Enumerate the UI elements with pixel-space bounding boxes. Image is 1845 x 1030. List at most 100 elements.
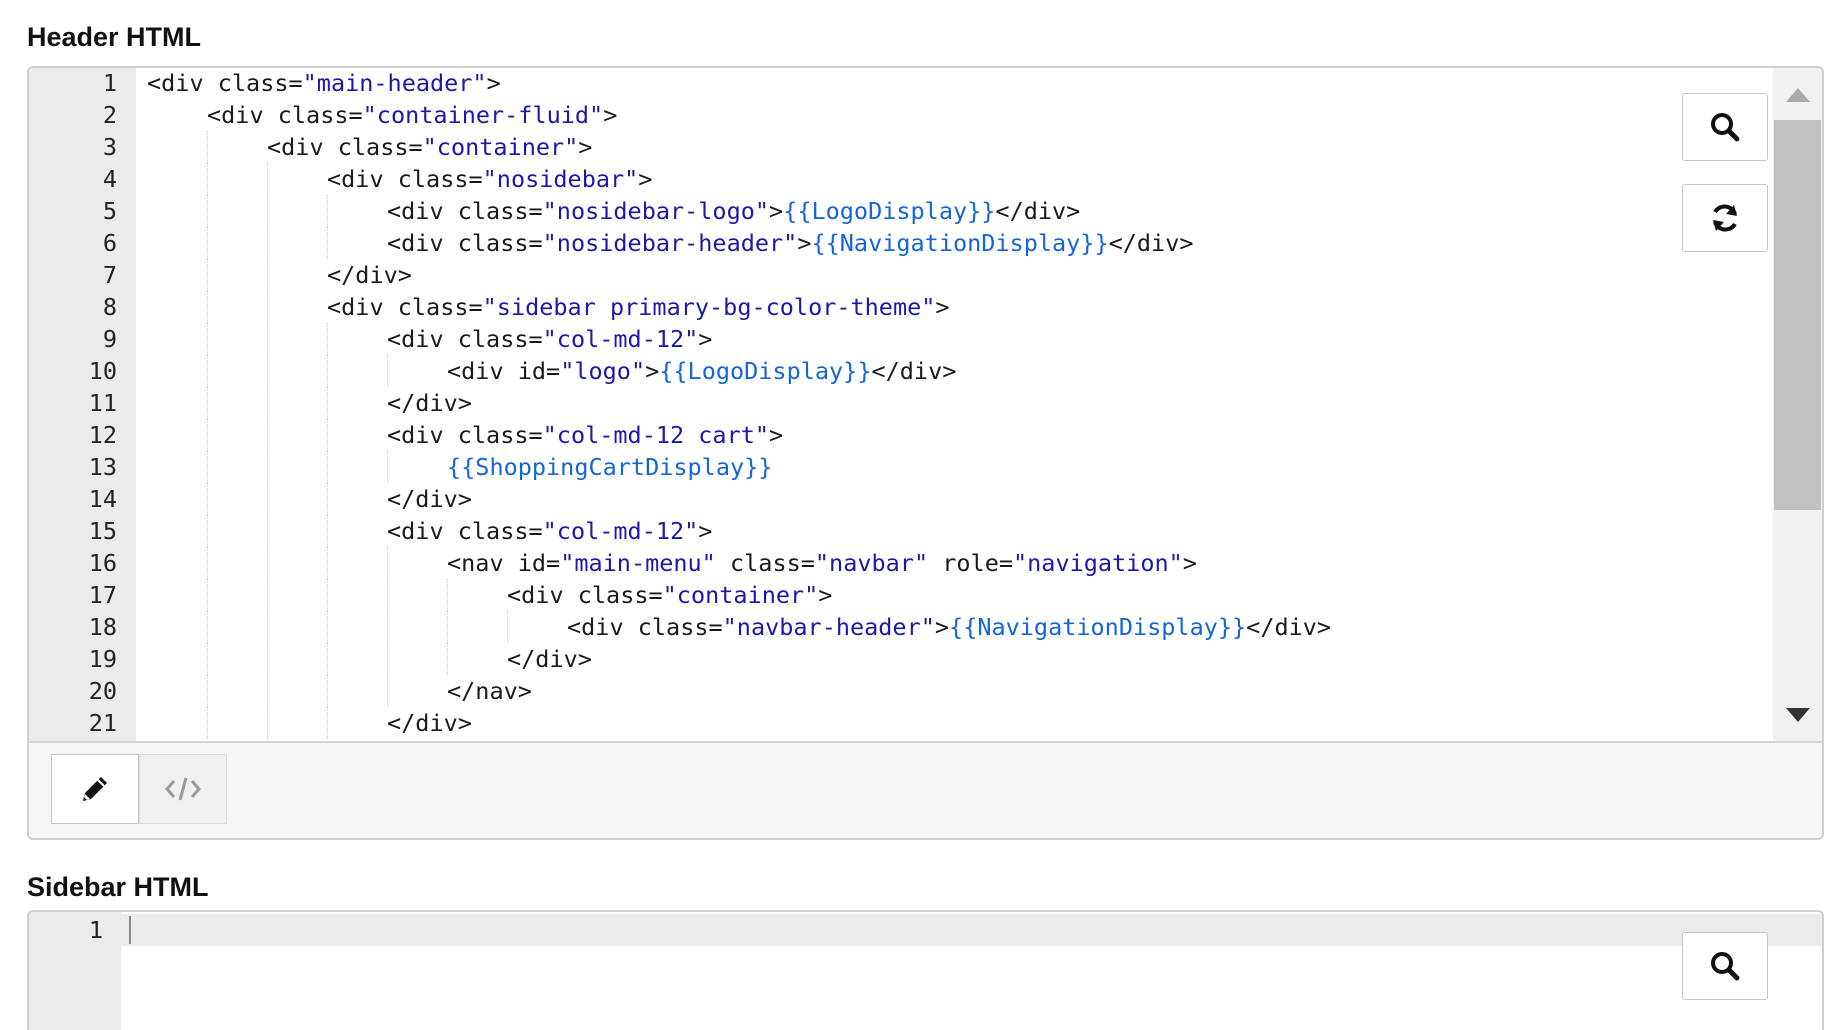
line-number: 3 [102, 133, 117, 161]
code-line[interactable]: 10 <div id="logo">{{LogoDisplay}}</div> [29, 355, 1822, 387]
code-text[interactable]: <div class="col-md-12"> [387, 515, 712, 547]
code-line[interactable]: 13 {{ShoppingCartDisplay}} [29, 451, 1822, 483]
code-text[interactable]: </div> [327, 259, 412, 291]
attribute-value: "col-md-12" [542, 517, 699, 545]
code-text[interactable]: <div class="nosidebar-logo">{{LogoDispla… [387, 195, 1080, 227]
header-html-editor[interactable]: 1 <div class="main-header"> 2 <div class="c… [27, 66, 1824, 840]
code-line[interactable]: 16 <nav id="main-menu" class="navbar" rol… [29, 547, 1822, 579]
vertical-scrollbar[interactable] [1773, 68, 1822, 743]
sidebar-html-editor[interactable]: 1 [27, 910, 1824, 1030]
code-line[interactable]: 4 <div class="nosidebar"> [29, 163, 1822, 195]
attribute-name: class [730, 549, 801, 577]
indent-guide [387, 451, 388, 483]
indent-guide [267, 227, 268, 259]
code-line[interactable]: 17 <div class="container"> [29, 579, 1822, 611]
markup: > [769, 197, 784, 225]
template-variable: {{NavigationDisplay}} [949, 613, 1247, 641]
markup: > [698, 325, 713, 353]
code-line[interactable]: 21 </div> [29, 707, 1822, 739]
code-text[interactable]: <div class="container"> [507, 579, 832, 611]
indent-guide [267, 419, 268, 451]
markup: </div> [327, 261, 412, 289]
attribute-value: "nosidebar" [482, 165, 639, 193]
code-text[interactable]: {{ShoppingCartDisplay}} [447, 451, 772, 483]
markup: > [603, 101, 618, 129]
search-button[interactable] [1682, 932, 1768, 1000]
code-text[interactable]: </div> [387, 707, 472, 739]
indent-guide [327, 547, 328, 579]
indent-guide [327, 195, 328, 227]
code-line[interactable]: 12 <div class="col-md-12 cart"> [29, 419, 1822, 451]
attribute-name: role [942, 549, 999, 577]
edit-mode-button[interactable] [51, 754, 139, 824]
code-line[interactable]: 19 </div> [29, 643, 1822, 675]
code-line[interactable]: 5 <div class="nosidebar-logo">{{LogoDispl… [29, 195, 1822, 227]
indent-guide [327, 643, 328, 675]
indent-guide [267, 611, 268, 643]
code-line[interactable]: 9 <div class="col-md-12"> [29, 323, 1822, 355]
code-line[interactable]: 20 </nav> [29, 675, 1822, 707]
markup [928, 549, 942, 577]
code-line[interactable]: 7 </div> [29, 259, 1822, 291]
template-variable: {{ShoppingCartDisplay}} [447, 453, 773, 481]
code-line[interactable]: 8 <div class="sidebar primary-bg-color-th… [29, 291, 1822, 323]
indent-guide [387, 675, 388, 707]
code-line[interactable]: 1 <div class="main-header"> [29, 68, 1822, 99]
code-text[interactable]: <div class="container"> [267, 131, 592, 163]
indent-guide [207, 675, 208, 707]
code-text[interactable]: <div class="navbar-header">{{NavigationD… [567, 611, 1331, 643]
attribute-name: class [217, 69, 289, 97]
code-text[interactable]: <div class="container-fluid"> [207, 99, 617, 131]
pencil-icon [83, 777, 107, 801]
code-line[interactable]: 14 </div> [29, 483, 1822, 515]
markup: </div> [387, 709, 472, 737]
attribute-name: id [517, 549, 547, 577]
scroll-thumb[interactable] [1774, 120, 1821, 510]
code-text[interactable]: </nav> [447, 675, 532, 707]
scroll-down-arrow-icon[interactable] [1785, 708, 1810, 722]
attribute-name: class [457, 325, 529, 353]
code-line[interactable]: 11 </div> [29, 387, 1822, 419]
attribute-name: class [637, 613, 709, 641]
line-number: 18 [88, 613, 117, 641]
code-line[interactable]: 2 <div class="container-fluid"> [29, 99, 1822, 131]
code-line[interactable]: 3 <div class="container"> [29, 131, 1822, 163]
search-button[interactable] [1682, 93, 1768, 161]
markup: = [288, 69, 303, 97]
code-line[interactable]: 18 <div class="navbar-header">{{Navigatio… [29, 611, 1822, 643]
code-text[interactable]: </div> [387, 387, 472, 419]
code-line[interactable]: 15 <div class="col-md-12"> [29, 515, 1822, 547]
code-line[interactable]: 1 [29, 914, 1822, 946]
refresh-button[interactable] [1682, 184, 1768, 252]
code-text[interactable]: <div class="nosidebar"> [327, 163, 652, 195]
code-text[interactable]: </div> [507, 643, 592, 675]
code-text[interactable]: <nav id="main-menu" class="navbar" role=… [447, 547, 1197, 579]
code-line[interactable]: 6 <div class="nosidebar-header">{{Navigat… [29, 227, 1822, 259]
text-cursor [129, 916, 131, 944]
scroll-up-arrow-icon[interactable] [1785, 88, 1810, 102]
code-text[interactable]: <div class="col-md-12"> [387, 323, 712, 355]
line-number: 4 [102, 165, 117, 193]
indent-guide [207, 163, 208, 195]
line-number: 5 [102, 197, 117, 225]
code-text[interactable]: <div id="logo">{{LogoDisplay}}</div> [447, 355, 956, 387]
indent-guide [387, 547, 388, 579]
markup: <nav [447, 549, 518, 577]
indent-guide [267, 483, 268, 515]
code-text[interactable]: </div> [387, 483, 472, 515]
indent-guide [207, 131, 208, 163]
attribute-value: "navbar-header" [722, 613, 935, 641]
header-code-area[interactable]: 1 <div class="main-header"> 2 <div class="c… [29, 68, 1822, 743]
attribute-value: "container-fluid" [362, 101, 604, 129]
sidebar-code-area[interactable]: 1 [29, 912, 1822, 1030]
source-mode-button[interactable] [139, 754, 227, 824]
indent-guide [267, 707, 268, 739]
indent-guide [207, 707, 208, 739]
markup: <div [147, 69, 218, 97]
markup: = [528, 421, 543, 449]
markup: = [708, 613, 723, 641]
code-text[interactable]: <div class="main-header"> [147, 68, 501, 99]
code-text[interactable]: <div class="col-md-12 cart"> [387, 419, 783, 451]
code-text[interactable]: <div class="sidebar primary-bg-color-the… [327, 291, 950, 323]
code-text[interactable]: <div class="nosidebar-header">{{Navigati… [387, 227, 1194, 259]
